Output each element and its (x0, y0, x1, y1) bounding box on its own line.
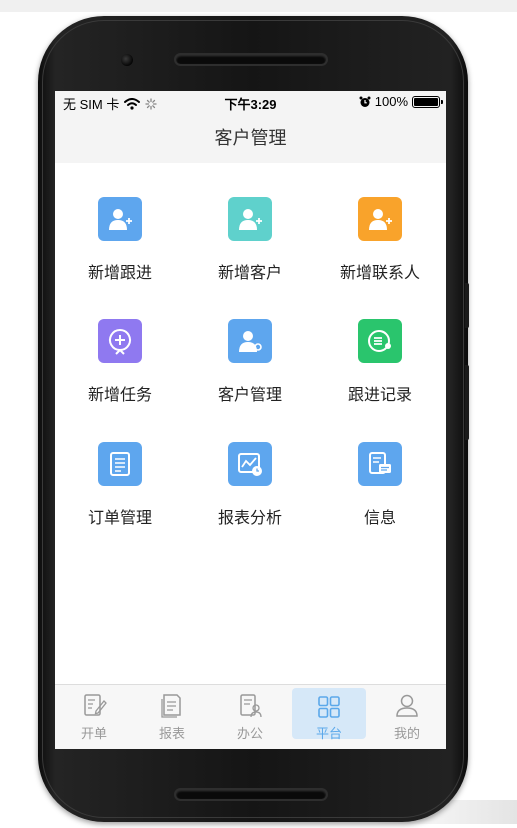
edit-doc-icon (84, 694, 107, 716)
grid-item-label: 报表分析 (217, 510, 282, 527)
grid-item-label: 新增任务 (87, 387, 152, 404)
power-button (465, 365, 469, 440)
grid-item-label: 客户管理 (217, 387, 282, 404)
chart-clock-icon (228, 442, 272, 486)
user-add-icon (98, 197, 142, 241)
grid-item-label: 新增跟进 (87, 265, 152, 282)
alarm-icon (359, 96, 371, 107)
earpiece-speaker (176, 55, 326, 64)
grid-icon (318, 696, 340, 718)
page-title: 客户管理 (55, 113, 446, 163)
report-icon (161, 694, 181, 718)
tab-label: 开单 (80, 726, 107, 741)
grid-item-label: 新增联系人 (339, 265, 420, 282)
grid-item-messages[interactable]: 信息 (315, 408, 445, 527)
volume-button (465, 283, 469, 328)
user-settings-icon (228, 319, 272, 363)
grid-item-label: 信息 (363, 510, 396, 527)
bottom-speaker (176, 790, 326, 799)
grid-item-new-followup[interactable]: 新增跟进 (55, 163, 185, 282)
status-bar: 无 SIM 卡 下午3:29 100% (55, 91, 446, 113)
grid-item-new-contact[interactable]: 新增联系人 (315, 163, 445, 282)
battery-icon (412, 95, 443, 108)
person-icon (396, 694, 418, 717)
grid-item-followup-records[interactable]: 跟进记录 (315, 285, 445, 404)
grid-item-report-analysis[interactable]: 报表分析 (185, 408, 315, 527)
tab-label: 报表 (158, 726, 185, 741)
tab-baobiao[interactable]: 报表 (133, 685, 211, 749)
grid-item-label: 新增客户 (217, 265, 282, 282)
tab-kaidan[interactable]: 开单 (55, 685, 133, 749)
task-add-icon (98, 319, 142, 363)
grid-item-new-task[interactable]: 新增任务 (55, 285, 185, 404)
grid-item-label: 跟进记录 (347, 387, 412, 404)
tab-label: 办公 (236, 726, 263, 741)
bottom-tab-bar: 开单 报表 办公 平台 我的 (55, 684, 446, 749)
office-icon (240, 694, 262, 718)
background-band (0, 0, 517, 12)
grid-item-new-customer[interactable]: 新增客户 (185, 163, 315, 282)
grid-item-label: 订单管理 (87, 510, 152, 527)
tab-wode[interactable]: 我的 (368, 685, 446, 749)
app-screen: 无 SIM 卡 下午3:29 100% 客户管理 新增跟进 新增客户 新增联系人… (55, 91, 446, 749)
front-camera (121, 54, 133, 66)
tab-bangong[interactable]: 办公 (211, 685, 289, 749)
tab-label: 我的 (393, 726, 420, 741)
user-add-icon (228, 197, 272, 241)
tab-pingtai[interactable]: 平台 (292, 688, 366, 741)
message-icon (358, 442, 402, 486)
grid-item-customer-management[interactable]: 客户管理 (185, 285, 315, 404)
document-icon (98, 442, 142, 486)
record-icon (358, 319, 402, 363)
tab-label: 平台 (315, 726, 342, 741)
user-add-icon (358, 197, 402, 241)
battery-percent: 100% (374, 94, 408, 109)
grid-item-order-management[interactable]: 订单管理 (55, 408, 185, 527)
